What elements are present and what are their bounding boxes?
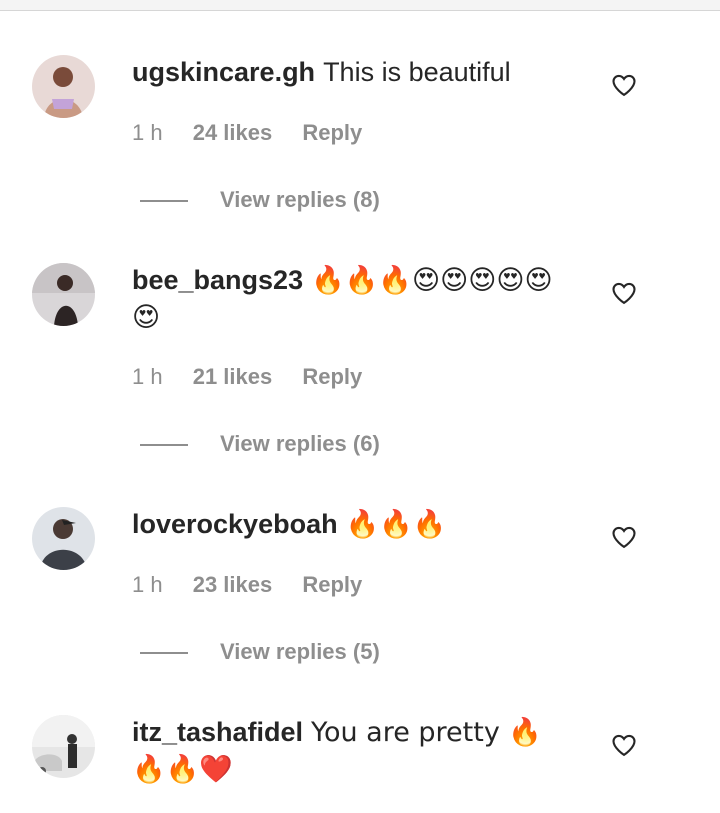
heart-outline-icon[interactable]: [610, 71, 638, 99]
heart-outline-icon[interactable]: [610, 731, 638, 759]
comment-text: This is beautiful: [323, 57, 511, 87]
likes-count[interactable]: 23 likes: [193, 572, 273, 598]
comment-username[interactable]: bee_bangs23: [132, 265, 303, 295]
reply-button[interactable]: Reply: [302, 120, 362, 146]
comment-time: 1 h: [132, 572, 163, 597]
avatar[interactable]: [32, 263, 95, 326]
reply-button[interactable]: Reply: [302, 572, 362, 598]
avatar[interactable]: [32, 507, 95, 570]
view-replies-label: View replies (5): [220, 639, 380, 664]
likes-count[interactable]: 21 likes: [193, 364, 273, 390]
view-replies-button[interactable]: View replies (6): [140, 431, 380, 457]
comment-text: 🔥🔥🔥: [345, 509, 447, 540]
heart-outline-icon[interactable]: [610, 279, 638, 307]
comment-time: 1 h: [132, 364, 163, 389]
heart-outline-icon[interactable]: [610, 523, 638, 551]
avatar[interactable]: [32, 55, 95, 118]
replies-divider-line: [140, 652, 188, 655]
avatar[interactable]: [32, 715, 95, 778]
view-replies-button[interactable]: View replies (5): [140, 639, 380, 665]
replies-divider-line: [140, 200, 188, 203]
comment-username[interactable]: loverockyeboah: [132, 509, 338, 539]
likes-count[interactable]: 24 likes: [193, 120, 273, 146]
reply-button[interactable]: Reply: [302, 364, 362, 390]
view-replies-label: View replies (6): [220, 431, 380, 456]
view-replies-button[interactable]: View replies (8): [140, 187, 380, 213]
comment-username[interactable]: itz_tashafidel: [132, 717, 303, 747]
view-replies-label: View replies (8): [220, 187, 380, 212]
comment-username[interactable]: ugskincare.gh: [132, 57, 315, 87]
replies-divider-line: [140, 444, 188, 447]
top-divider-bar: [0, 0, 720, 11]
comment-time: 1 h: [132, 120, 163, 145]
